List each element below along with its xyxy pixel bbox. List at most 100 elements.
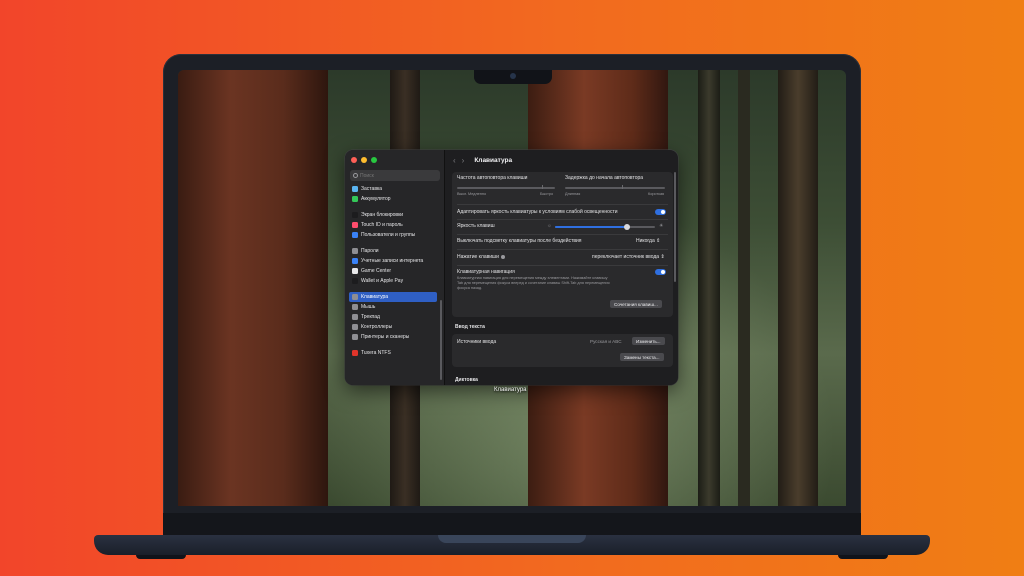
sidebar-item[interactable]: Wallet и Apple Pay <box>349 276 437 286</box>
keyboard-icon <box>352 294 358 300</box>
laptop-opening-notch <box>438 535 586 543</box>
search-field[interactable] <box>350 170 440 181</box>
tuxera-icon <box>352 350 358 356</box>
sidebar-scrollbar[interactable] <box>440 300 442 380</box>
sidebar-item[interactable]: Мышь <box>349 302 437 312</box>
main-scrollbar[interactable] <box>674 172 676 282</box>
text-replacements-button[interactable]: Замены текста... <box>620 353 664 361</box>
text-input-group: Источники ввода Русская и ABC Изменить..… <box>452 334 673 367</box>
settings-window: Заставка Аккумулятор Экран блокировки Touch… <box>345 150 678 385</box>
laptop-foot <box>136 555 186 559</box>
divider <box>457 204 668 205</box>
divider <box>457 265 668 266</box>
lock-screen-icon <box>352 212 358 218</box>
titlebar: ‹ › Клавиатура <box>445 150 678 170</box>
repeat-rate-fast: Быстро <box>540 192 554 196</box>
sidebar-item[interactable]: Учетные записи интернета <box>349 256 437 266</box>
sidebar-item[interactable]: Принтеры и сканеры <box>349 332 437 342</box>
sidebar-item[interactable]: Touch ID и пароль <box>349 220 437 230</box>
mouse-icon <box>352 304 358 310</box>
dock-app-label: Клавиатура <box>494 387 527 393</box>
repeat-delay-label: Задержка до начала автоповтора <box>565 175 644 181</box>
zoom-button[interactable] <box>371 157 377 163</box>
divider <box>457 219 668 220</box>
repeat-delay-slider[interactable] <box>565 187 665 189</box>
backlight-off-value: Никогда <box>636 238 655 244</box>
minimize-button[interactable] <box>361 157 367 163</box>
brightness-low-icon: ☼ <box>547 223 552 229</box>
keyboard-nav-desc: фокуса назад. <box>457 286 483 290</box>
sidebar-item-label: Клавиатура <box>361 294 389 300</box>
sidebar-item[interactable]: Tuxera NTFS <box>349 348 437 358</box>
search-icon <box>353 173 358 178</box>
repeat-rate-label: Частота автоповтора клавиши <box>457 175 528 181</box>
printer-icon <box>352 334 358 340</box>
keyboard-nav-desc: Tab для перемещения фокуса вперед и соче… <box>457 281 610 285</box>
keyboard-shortcuts-button[interactable]: Сочетания клавиш... <box>610 300 662 308</box>
sidebar-item[interactable]: Клавиатура <box>349 292 437 302</box>
chevron-updown-icon: ⇕ <box>660 254 665 260</box>
wallpaper-tree <box>778 70 818 506</box>
chevron-updown-icon: ⇕ <box>656 238 661 244</box>
repeat-rate-slow: Медленно <box>468 192 487 196</box>
search-input[interactable] <box>360 172 435 179</box>
press-key-value: переключает источник ввода <box>592 254 660 260</box>
repeat-delay-short: Короткая <box>648 192 665 196</box>
page-title: Клавиатура <box>474 156 513 164</box>
game-center-icon <box>352 268 358 274</box>
backlight-off-label: Выключать подсветку клавиатуры после без… <box>457 238 582 244</box>
wallpaper-tree <box>698 70 720 506</box>
brightness-high-icon: ☀ <box>659 223 664 229</box>
sidebar-item[interactable]: Пользователи и группы <box>349 230 437 240</box>
press-key-label: Нажатие клавиши <box>457 254 505 260</box>
sidebar-item[interactable]: Game Center <box>349 266 437 276</box>
forward-arrow-icon[interactable]: › <box>462 156 465 165</box>
press-key-label-text: Нажатие клавиши <box>457 254 499 260</box>
window-controls <box>351 157 377 163</box>
sidebar-item-label: Заставка <box>361 186 383 192</box>
sidebar: Заставка Аккумулятор Экран блокировки Touch… <box>345 150 445 385</box>
sidebar-item-label: Мышь <box>361 304 376 310</box>
dictation-section-title: Диктовка <box>455 377 478 383</box>
sidebar-item-label: Принтеры и сканеры <box>361 334 410 340</box>
sidebar-item[interactable]: Пароли <box>349 246 437 256</box>
divider <box>457 234 668 235</box>
sidebar-item-label: Wallet и Apple Pay <box>361 278 404 284</box>
keyboard-nav-label: Клавиатурная навигация <box>457 269 515 275</box>
sidebar-item[interactable]: Контроллеры <box>349 322 437 332</box>
screensaver-icon <box>352 186 358 192</box>
repeat-rate-min: Выкл. <box>457 192 468 196</box>
edit-input-sources-button[interactable]: Изменить... <box>632 337 665 345</box>
press-key-popup[interactable]: переключает источник ввода ⇕ <box>592 254 665 260</box>
sidebar-list: Заставка Аккумулятор Экран блокировки Touch… <box>349 184 437 358</box>
brightness-slider-thumb[interactable] <box>624 224 630 230</box>
battery-icon <box>352 196 358 202</box>
repeat-rate-slider[interactable] <box>457 187 555 189</box>
backlight-off-popup[interactable]: Никогда ⇕ <box>636 238 660 244</box>
adjust-brightness-toggle[interactable] <box>655 209 666 215</box>
repeat-delay-long: Длинная <box>565 192 581 196</box>
sidebar-item-label: Touch ID и пароль <box>361 222 403 228</box>
sidebar-item-label: Аккумулятор <box>361 196 391 202</box>
sidebar-item[interactable]: Заставка <box>349 184 437 194</box>
sidebar-item-label: Экран блокировки <box>361 212 404 218</box>
brightness-label: Яркость клавиш <box>457 223 495 229</box>
back-arrow-icon[interactable]: ‹ <box>453 156 456 165</box>
wallpaper-tree <box>178 70 328 506</box>
sidebar-item-label: Учетные записи интернета <box>361 258 424 264</box>
globe-icon <box>500 254 505 259</box>
sidebar-item[interactable]: Экран блокировки <box>349 210 437 220</box>
sidebar-item[interactable]: Аккумулятор <box>349 194 437 204</box>
sidebar-item[interactable]: Трекпад <box>349 312 437 322</box>
repeat-delay-thumb[interactable] <box>622 185 623 189</box>
repeat-rate-thumb[interactable] <box>542 185 543 189</box>
keyboard-nav-toggle[interactable] <box>655 269 666 275</box>
adjust-brightness-label: Адаптировать яркость клавиатуры к услови… <box>457 209 618 215</box>
wallpaper-tree <box>738 70 750 506</box>
keyboard-settings-group: Частота автоповтора клавиши Задержка до … <box>452 172 673 317</box>
keyboard-nav-desc: Клавиатурная навигация для перемещения м… <box>457 276 608 280</box>
gamepad-icon <box>352 324 358 330</box>
camera-icon <box>510 73 516 79</box>
close-button[interactable] <box>351 157 357 163</box>
sidebar-item-label: Game Center <box>361 268 392 274</box>
